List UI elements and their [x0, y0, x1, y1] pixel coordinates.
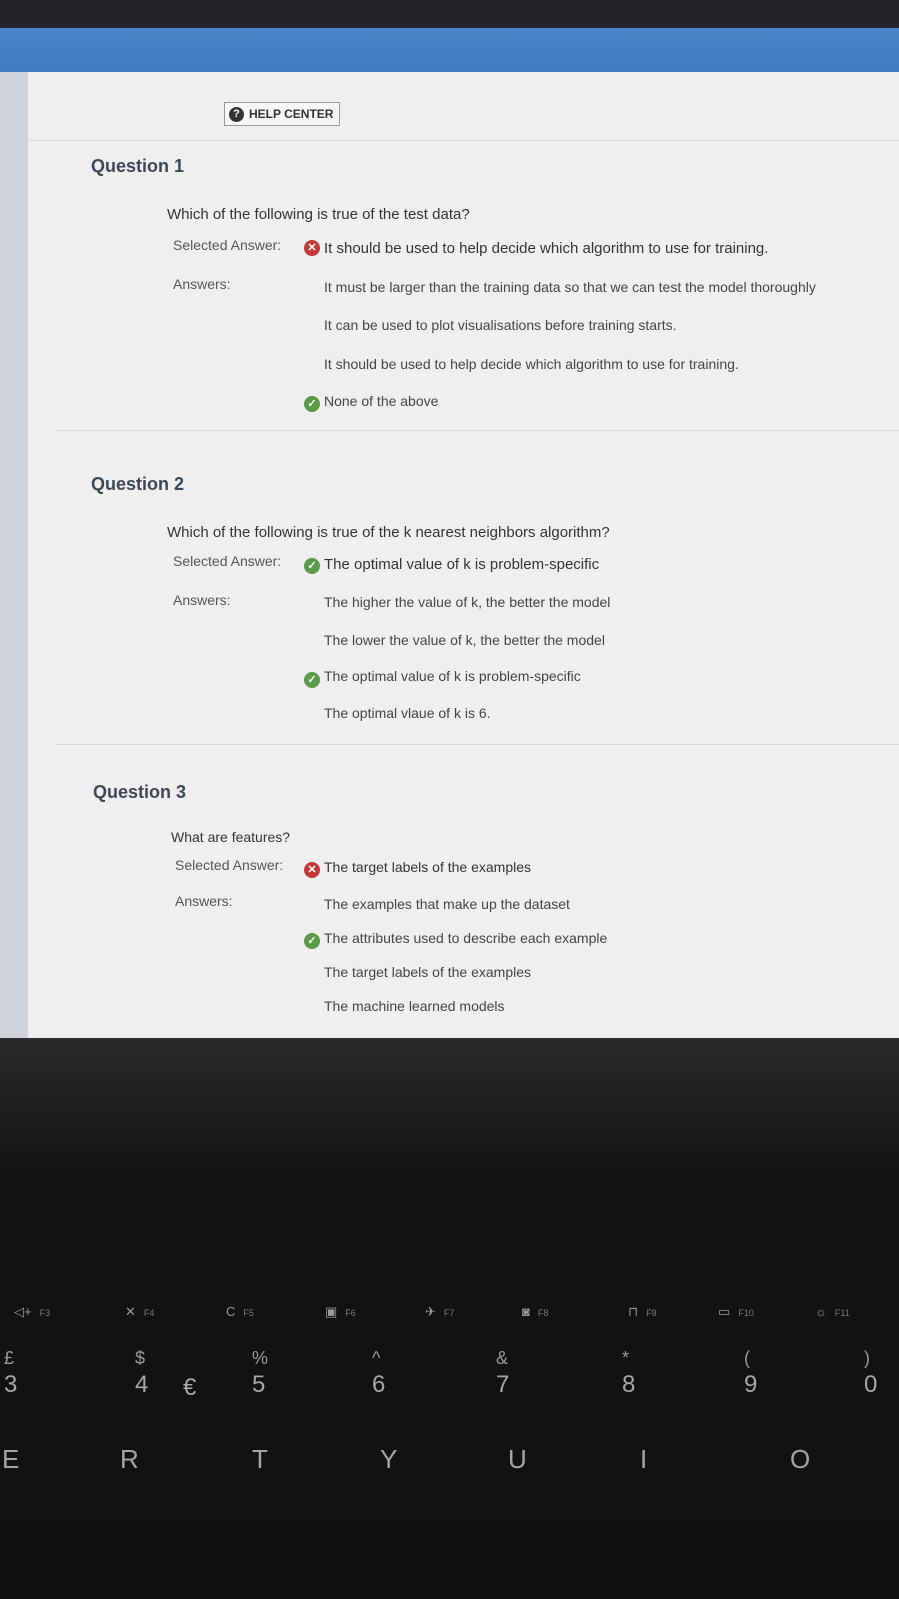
answer-option: The examples that make up the dataset	[324, 896, 570, 912]
answer-option: It must be larger than the training data…	[324, 279, 816, 295]
key-7[interactable]: & 7	[496, 1348, 509, 1399]
f5-key[interactable]: C F5	[226, 1304, 254, 1319]
question-block: Question 2 Which of the following is tru…	[56, 392, 899, 752]
f8-key[interactable]: ◙ F8	[522, 1304, 548, 1319]
key-6[interactable]: ^ 6	[372, 1348, 385, 1399]
browser-banner	[0, 28, 899, 72]
selected-answer: The target labels of the examples	[324, 859, 532, 875]
question-text: Which of the following is true of the te…	[167, 206, 470, 223]
correct-icon: ✓	[304, 933, 320, 949]
answers-label: Answers:	[173, 592, 231, 608]
key-y[interactable]: Y	[380, 1444, 397, 1475]
answer-option: It should be used to help decide which a…	[324, 356, 739, 372]
f6-key[interactable]: ▣ F6	[325, 1304, 356, 1320]
f3-key[interactable]: ◁+ F3	[14, 1304, 50, 1320]
answers-label: Answers:	[173, 276, 231, 292]
screen: + ? HELP CENTER Question 1 Which of the …	[0, 28, 899, 1038]
answer-option: The machine learned models	[324, 998, 505, 1014]
answer-option-correct: The optimal value of k is problem-specif…	[324, 668, 581, 684]
question-block: Question 1 Which of the following is tru…	[56, 72, 899, 432]
f4-key[interactable]: ✕ F4	[125, 1304, 154, 1320]
f10-key[interactable]: ▭ F10	[718, 1304, 754, 1320]
answer-option: The lower the value of k, the better the…	[324, 632, 605, 648]
question-title: Question 3	[93, 782, 187, 802]
answer-option: It can be used to plot visualisations be…	[324, 317, 677, 333]
key-o[interactable]: O	[790, 1444, 810, 1475]
test-results-panel: ? HELP CENTER Question 1 Which of the fo…	[28, 72, 899, 1038]
key-0[interactable]: ) 0	[864, 1348, 877, 1399]
laptop-keyboard: ◁+ F3 ✕ F4 C F5 ▣ F6 ✈ F7 ◙ F8 ⊓ F9 ▭ F10 ☼ F11 £…	[0, 1038, 899, 1599]
question-block: Question 3 What are features? Selected A…	[56, 702, 899, 1038]
f11-key[interactable]: ☼ F11	[815, 1304, 850, 1319]
key-3[interactable]: £3	[4, 1348, 17, 1399]
correct-icon: ✓	[304, 672, 320, 688]
laptop-bezel	[0, 0, 899, 30]
selected-answer-label: Selected Answer:	[173, 553, 282, 569]
selected-answer-label: Selected Answer:	[175, 857, 284, 873]
key-8[interactable]: * 8	[622, 1348, 635, 1399]
euro-symbol: €	[183, 1374, 197, 1401]
key-e[interactable]: E	[2, 1444, 19, 1475]
question-title: Question 2	[91, 474, 185, 494]
answer-option-correct: The attributes used to describe each exa…	[324, 930, 608, 946]
incorrect-icon: ✕	[304, 240, 320, 256]
answer-option: The higher the value of k, the better th…	[324, 594, 611, 610]
correct-icon: ✓	[304, 558, 320, 574]
selected-answer: The optimal value of k is problem-specif…	[324, 556, 600, 573]
key-9[interactable]: (9	[744, 1348, 757, 1399]
answer-option: The target labels of the examples	[324, 964, 532, 980]
question-text: Which of the following is true of the k …	[167, 524, 610, 541]
selected-answer-label: Selected Answer:	[173, 237, 282, 253]
key-i[interactable]: I	[640, 1444, 647, 1475]
key-5[interactable]: % 5	[252, 1348, 268, 1399]
key-r[interactable]: R	[120, 1444, 139, 1475]
key-t[interactable]: T	[252, 1444, 268, 1475]
f9-key[interactable]: ⊓ F9	[628, 1304, 657, 1320]
key-4[interactable]: $4	[135, 1348, 148, 1399]
selected-answer: It should be used to help decide which a…	[324, 240, 769, 257]
key-u[interactable]: U	[508, 1444, 527, 1475]
f7-key[interactable]: ✈ F7	[425, 1304, 454, 1320]
sidebar-strip	[0, 72, 28, 1038]
incorrect-icon: ✕	[304, 862, 320, 878]
question-text: What are features?	[171, 829, 291, 845]
answers-label: Answers:	[175, 893, 233, 909]
question-title: Question 1	[91, 156, 185, 176]
